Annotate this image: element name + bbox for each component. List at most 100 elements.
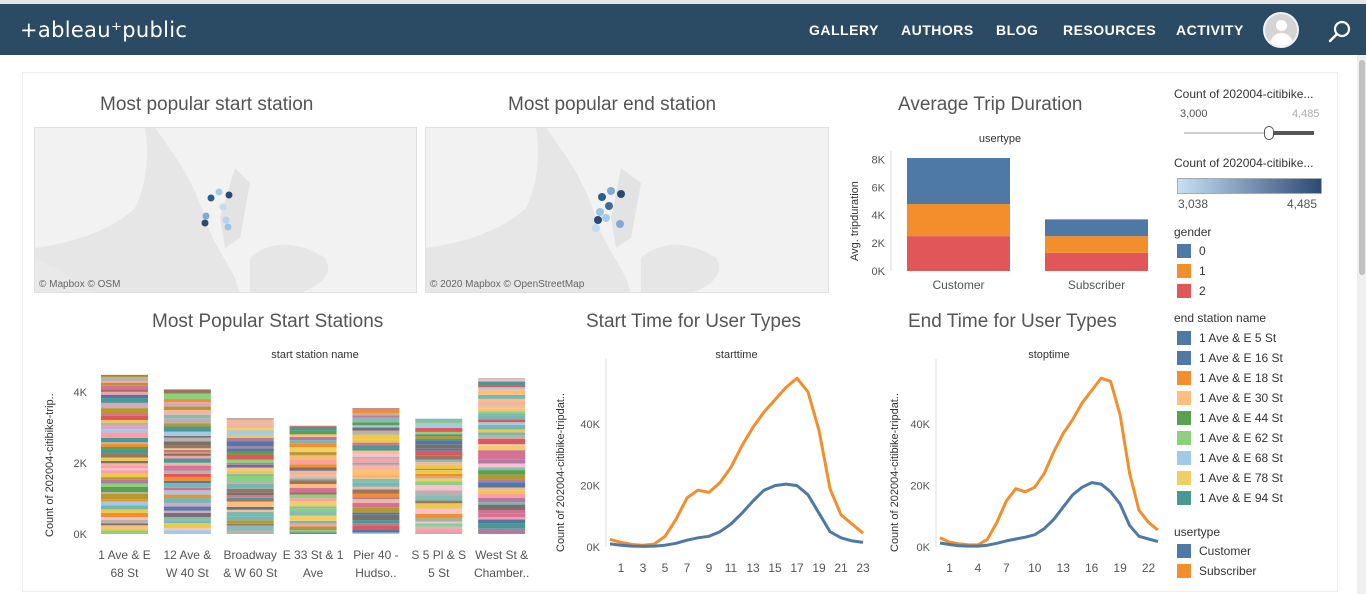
station-legend-item[interactable]: 1 Ave & E 18 St [1177,371,1283,389]
station-legend-list[interactable]: 1 Ave & E 5 St 1 Ave & E 16 St 1 Ave & E… [1177,331,1337,517]
bar-segment [415,470,463,474]
bar-segment [415,448,463,451]
legend-swatch [1177,431,1191,445]
bar-segment [415,438,463,441]
usertype-legend-item[interactable]: Customer [1177,544,1251,562]
bar-segment [163,418,211,424]
bar-segment [415,521,463,524]
stations-chart-header: start station name [271,349,358,361]
scrollbar-thumb[interactable] [1359,60,1365,275]
bar-segment [352,445,400,451]
gender-legend-item[interactable]: 2 [1177,284,1206,302]
bar-segment [415,495,463,501]
bar-segment [163,449,211,453]
start-station-map[interactable]: © Mapbox © OSM [34,127,417,293]
bar-segment [478,497,526,503]
bar-segment [415,422,463,424]
bar-segment [415,490,463,496]
station-legend-item[interactable]: 1 Ave & E 62 St [1177,431,1283,449]
trip-duration-chart[interactable]: usertype Avg. tripduration 0K 2K 4K 6K 8K Custo… [845,125,1165,295]
x-tick-label: 5 St [428,566,450,580]
gender-legend-item[interactable]: 1 [1177,264,1206,282]
station-legend-item[interactable]: 1 Ave & E 44 St [1177,411,1283,429]
start-time-chart[interactable]: starttime Count of 202004-citibike-tripda… [550,344,872,586]
x-tick-label: 7 [684,561,691,575]
bar-segment [352,520,400,524]
nav-authors[interactable]: AUTHORS [901,22,974,38]
bar-segment [101,457,148,461]
nav-blog[interactable]: BLOG [996,22,1038,38]
bar-segment [1045,236,1148,253]
x-tick-label: 22 [1142,561,1156,575]
gender-legend-item[interactable]: 0 [1177,244,1206,262]
bar-segment [226,530,274,534]
station-legend-item[interactable]: 1 Ave & E 94 St [1177,491,1283,509]
bar-segment [478,379,526,382]
search-icon[interactable] [1328,20,1352,44]
station-legend-item[interactable]: 1 Ave & E 16 St [1177,351,1283,369]
y-tick-label: 40K [910,419,930,431]
end-station-map[interactable]: © 2020 Mapbox © OpenStreetMap [425,127,829,293]
bar-segment [101,422,148,426]
bar-segment [163,410,211,415]
bar-segment [352,425,400,428]
usertype-legend-item[interactable]: Subscriber [1177,564,1256,582]
end-time-chart[interactable]: stoptime Count of 202004-citibike-tripdat… [884,344,1166,586]
bar-segment [226,497,274,501]
bar-segment [101,381,148,383]
user-avatar[interactable] [1263,12,1299,48]
bar-segment [226,523,274,526]
bar-segment [352,478,400,483]
bar-segment [101,512,148,517]
y-tick-label: 0K [587,542,601,554]
x-tick-label: 23 [856,561,870,575]
bar-segment [101,385,148,390]
nav-resources[interactable]: RESOURCES [1063,22,1156,38]
bar-segment [163,502,211,507]
nav-activity[interactable]: ACTIVITY [1176,22,1244,38]
x-tick-label: 9 [706,561,713,575]
legend-label: 1 Ave & E 68 St [1199,451,1283,465]
bar-segment [289,425,337,427]
bar-segment [352,514,400,521]
bar-segment [101,389,148,392]
bar-segment [163,465,211,469]
bar-segment [226,464,274,468]
station-legend-item[interactable]: 1 Ave & E 78 St [1177,471,1283,489]
bar-segment [352,415,400,418]
bar-segment [352,469,400,474]
legend-label: 1 Ave & E 30 St [1199,391,1283,405]
bar-segment [289,498,337,502]
bar-segment [163,523,211,529]
start-map-credit: © Mapbox © OSM [39,279,121,290]
bar-segment [163,498,211,503]
start-stations-chart[interactable]: start station name Count of 202004-citibi… [40,344,540,586]
line-chart-header: stoptime [1028,349,1070,361]
bar-segment [478,381,526,386]
bar-segment [352,493,400,498]
nav-gallery[interactable]: GALLERY [809,22,879,38]
bar-segment [289,467,337,471]
bar-segment [478,528,526,534]
station-legend-item[interactable]: 1 Ave & E 5 St [1177,331,1276,349]
bar-segment [163,406,211,411]
bar-segment [163,517,211,522]
trip-chart-ylabel: Avg. tripduration [849,181,861,261]
legend-label: 1 Ave & E 5 St [1199,331,1277,345]
bar-segment [101,479,148,484]
x-tick-label: 15 [768,561,782,575]
station-legend-item[interactable]: 1 Ave & E 30 St [1177,391,1283,409]
bar-segment [289,426,337,431]
bar-segment [415,455,463,460]
bar-segment [226,434,274,438]
bar-segment [352,512,400,515]
x-tick-label: 16 [1085,561,1099,575]
x-tick-label: Customer [932,278,984,292]
slider-handle[interactable] [1264,126,1274,140]
x-tick-label: 12 Ave & [163,548,211,562]
tableau-public-logo[interactable]: +ableau⁺public [20,18,187,42]
bar-segment [289,440,337,444]
bar-segment [226,483,274,489]
station-legend-item[interactable]: 1 Ave & E 68 St [1177,451,1283,469]
bar-segment [101,516,148,520]
